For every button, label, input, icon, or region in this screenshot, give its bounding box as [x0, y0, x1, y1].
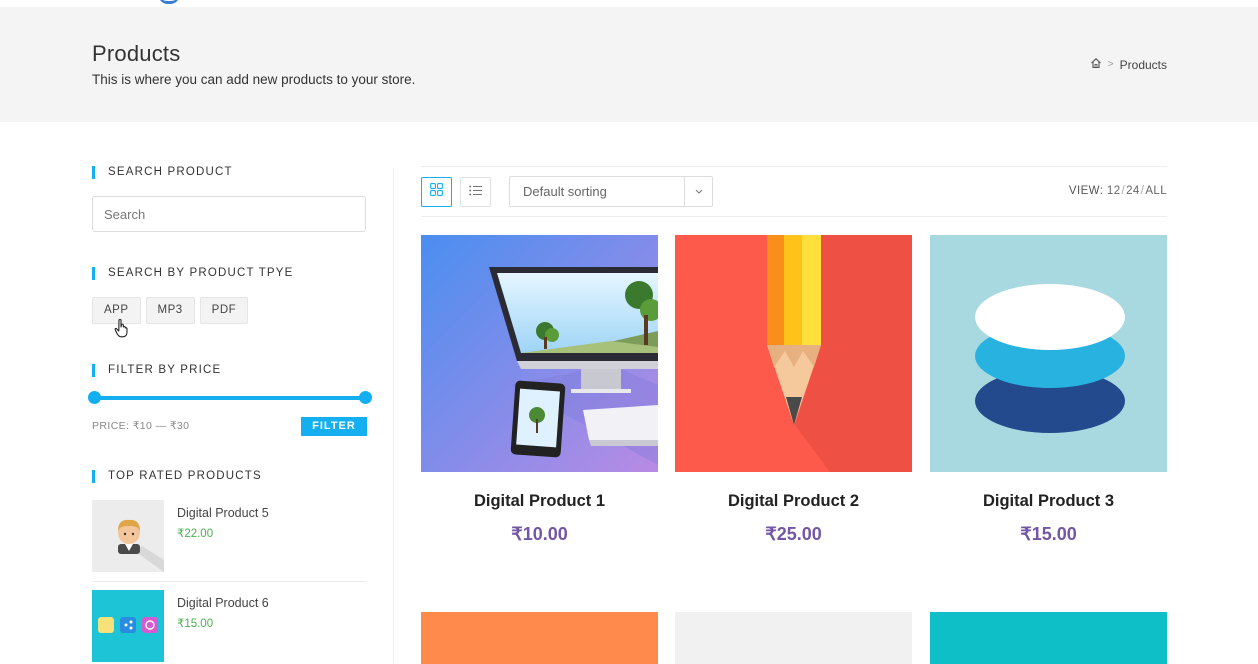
hand-cursor-icon	[114, 318, 130, 343]
top-rated-name[interactable]: Digital Product 6	[177, 596, 269, 610]
toolbar-border-top	[421, 166, 1167, 167]
page-header: Products This is where you can add new p…	[0, 7, 1258, 122]
view-count: VIEW: 12/24/ALL	[1069, 185, 1167, 197]
product-image-row2-1[interactable]	[421, 612, 658, 664]
product-image-stack[interactable]	[930, 235, 1167, 472]
product-image-row2-3[interactable]	[930, 612, 1167, 664]
toolbar-border-bottom	[421, 216, 1167, 217]
breadcrumb-current: Products	[1119, 57, 1167, 72]
view-option-24[interactable]: 24	[1126, 185, 1140, 197]
view-label: VIEW:	[1068, 185, 1104, 197]
price-range-label: PRICE: ₹10 — ₹30	[92, 420, 190, 432]
top-rated-thumbnail-5[interactable]	[92, 500, 164, 572]
breadcrumb: > Products	[1090, 57, 1167, 72]
product-title[interactable]: Digital Product 3	[930, 492, 1167, 511]
product-image-row2-2[interactable]	[675, 612, 912, 664]
type-tag-pdf[interactable]: PDF	[199, 297, 249, 324]
grid-view-button[interactable]	[421, 177, 452, 207]
product-image-pencil[interactable]	[675, 235, 912, 472]
home-icon[interactable]	[1090, 57, 1102, 72]
page-title: Products	[92, 41, 181, 66]
logo-fragment	[158, 0, 180, 4]
grid-view-icon	[430, 183, 443, 201]
product-image-computer[interactable]	[421, 235, 658, 472]
view-separator: /	[1121, 185, 1126, 197]
breadcrumb-separator: >	[1107, 59, 1114, 70]
search-input[interactable]	[92, 196, 366, 232]
top-rated-price: ₹22.00	[177, 528, 214, 540]
product-price: ₹25.00	[765, 524, 822, 544]
page-subtitle: This is where you can add new products t…	[92, 72, 416, 87]
sort-select-value: Default sorting	[523, 184, 607, 199]
view-option-all[interactable]: ALL	[1145, 185, 1167, 197]
type-tag-mp3[interactable]: MP3	[145, 297, 195, 324]
view-separator: /	[1140, 185, 1145, 197]
product-card[interactable]: Digital Product 1 ₹10.00	[421, 235, 658, 545]
list-view-button[interactable]	[460, 177, 491, 207]
sidebar-divider	[393, 168, 394, 664]
sort-select[interactable]: Default sorting	[509, 176, 713, 207]
top-rated-title: TOP RATED PRODUCTS	[92, 470, 262, 483]
product-card[interactable]: Digital Product 2 ₹25.00	[675, 235, 912, 545]
product-title[interactable]: Digital Product 2	[675, 492, 912, 511]
top-rated-price: ₹15.00	[177, 618, 214, 630]
top-rated-name[interactable]: Digital Product 5	[177, 506, 269, 520]
price-slider[interactable]	[88, 391, 372, 404]
price-slider-max-handle[interactable]	[359, 391, 372, 404]
chevron-down-icon[interactable]	[684, 177, 712, 206]
list-view-icon	[469, 183, 482, 201]
price-slider-min-handle[interactable]	[88, 391, 101, 404]
product-card[interactable]: Digital Product 3 ₹15.00	[930, 235, 1167, 545]
product-type-title: SEARCH BY PRODUCT TPYE	[92, 267, 294, 280]
view-option-12[interactable]: 12	[1107, 185, 1121, 197]
filter-button[interactable]: FILTER	[301, 417, 367, 436]
top-rated-divider	[92, 581, 366, 582]
search-product-title: SEARCH PRODUCT	[92, 166, 233, 179]
filter-price-title: FILTER BY PRICE	[92, 364, 221, 377]
product-price: ₹15.00	[1020, 524, 1077, 544]
top-rated-thumbnail-6[interactable]	[92, 590, 164, 662]
product-price: ₹10.00	[511, 524, 568, 544]
product-title[interactable]: Digital Product 1	[421, 492, 658, 511]
top-strip	[0, 0, 1258, 7]
